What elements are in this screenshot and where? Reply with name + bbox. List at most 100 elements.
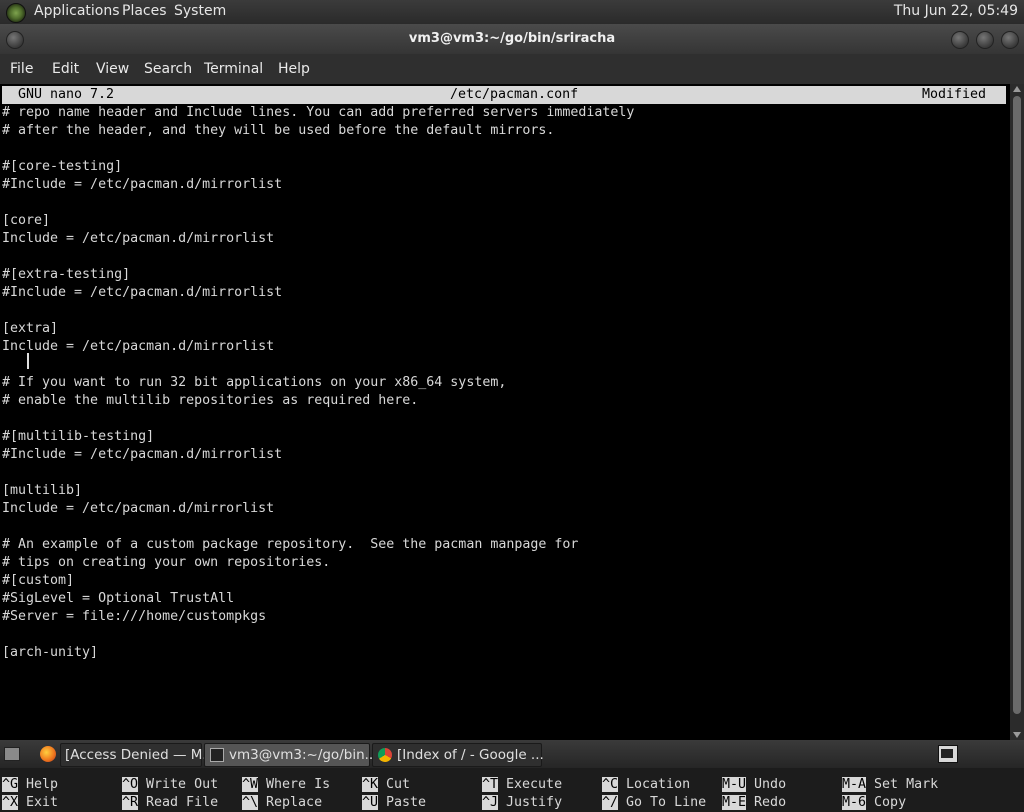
editor-line: #[extra-testing] [2, 267, 131, 282]
menu-search[interactable]: Search [144, 61, 192, 77]
task-terminal[interactable]: vm3@vm3:~/go/bin... [204, 743, 378, 767]
task-firefox[interactable]: [Access Denied — M... [60, 743, 215, 767]
minimize-button[interactable] [951, 31, 969, 49]
task-chrome[interactable]: [Index of / - Google ... [372, 743, 544, 767]
nano-version: GNU nano 7.2 [18, 87, 115, 102]
menu-terminal[interactable]: Terminal [204, 61, 263, 77]
terminal-icon [210, 748, 224, 762]
editor-line: [extra] [2, 321, 59, 336]
shortcut-label: Set Mark [874, 777, 939, 792]
shortcut-key: ^C [602, 777, 619, 792]
editor-text[interactable]: # repo name header and Include lines. Yo… [2, 104, 634, 662]
shortcut-item: ^C Location [602, 776, 690, 794]
maximize-button[interactable] [976, 31, 994, 49]
nano-filename: /etc/pacman.conf [450, 87, 579, 102]
editor-line: [arch-unity] [2, 645, 99, 660]
shortcut-key: ^J [482, 795, 499, 810]
editor-line: #SigLevel = Optional TrustAll [2, 591, 235, 606]
editor-line: #Include = /etc/pacman.d/mirrorlist [2, 285, 283, 300]
scroll-down-icon[interactable] [1013, 732, 1021, 738]
nano-header: GNU nano 7.2 /etc/pacman.conf Modified [2, 86, 1006, 104]
clock[interactable]: Thu Jun 22, 05:49 [894, 3, 1018, 19]
task-label: [Index of / - Google ... [397, 747, 544, 763]
shortcut-item: ^R Read File [122, 794, 218, 812]
close-button[interactable] [1001, 31, 1019, 49]
shortcut-label: Exit [26, 795, 59, 810]
shortcut-label: Cut [386, 777, 411, 792]
shortcut-item: ^\ Replace [242, 794, 322, 812]
shortcut-label: Help [26, 777, 59, 792]
shortcut-key: ^R [122, 795, 139, 810]
applications-menu[interactable]: Applications [34, 3, 120, 19]
shortcut-key: ^\ [242, 795, 259, 810]
editor-line: # after the header, and they will be use… [2, 123, 555, 138]
shortcut-item: ^O Write Out [122, 776, 218, 794]
terminal-menubar: File Edit View Search Terminal Help [0, 54, 1024, 84]
editor-line: #[multilib-testing] [2, 429, 155, 444]
shortcut-label: Where Is [266, 777, 331, 792]
terminal-area[interactable]: GNU nano 7.2 /etc/pacman.conf Modified #… [0, 84, 1010, 810]
menu-view[interactable]: View [96, 61, 129, 77]
scrollbar-thumb[interactable] [1013, 96, 1021, 714]
gnome-logo-icon[interactable] [6, 3, 26, 23]
window-titlebar[interactable]: vm3@vm3:~/go/bin/sriracha [0, 24, 1024, 54]
editor-line: # tips on creating your own repositories… [2, 555, 331, 570]
shortcut-label: Execute [506, 777, 563, 792]
places-menu[interactable]: Places [122, 3, 167, 19]
editor-line: Include = /etc/pacman.d/mirrorlist [2, 339, 275, 354]
scroll-up-icon[interactable] [1013, 86, 1021, 92]
shortcut-item: ^U Paste [362, 794, 426, 812]
system-menu[interactable]: System [174, 3, 226, 19]
shortcut-key: M-A [842, 777, 867, 792]
shortcut-label: Replace [266, 795, 323, 810]
shortcut-item: ^K Cut [362, 776, 410, 794]
shortcut-item: ^T Execute [482, 776, 562, 794]
chrome-icon [378, 748, 392, 762]
task-label: vm3@vm3:~/go/bin... [229, 747, 378, 763]
task-label: [Access Denied — M... [65, 747, 216, 763]
editor-line: #Server = file:///home/custompkgs [2, 609, 267, 624]
shortcut-label: Paste [386, 795, 427, 810]
menu-file[interactable]: File [10, 61, 33, 77]
firefox-launcher-icon[interactable] [40, 746, 56, 762]
shortcut-key: ^W [242, 777, 259, 792]
editor-line: # enable the multilib repositories as re… [2, 393, 419, 408]
editor-line: # If you want to run 32 bit applications… [2, 375, 507, 390]
shortcut-item: ^J Justify [482, 794, 562, 812]
editor-line: # repo name header and Include lines. Yo… [2, 105, 635, 120]
shortcut-item: M-A Set Mark [842, 776, 938, 794]
shortcut-key: M-E [722, 795, 747, 810]
shortcut-label: Redo [754, 795, 787, 810]
top-panel: Applications Places System Thu Jun 22, 0… [0, 0, 1024, 24]
nano-status: Modified [922, 87, 987, 102]
editor-line: #Include = /etc/pacman.d/mirrorlist [2, 447, 283, 462]
shortcut-item: M-6 Copy [842, 794, 906, 812]
shortcut-label: Location [626, 777, 691, 792]
menu-edit[interactable]: Edit [52, 61, 79, 77]
shortcut-key: ^X [2, 795, 19, 810]
editor-line: Include = /etc/pacman.d/mirrorlist [2, 231, 275, 246]
terminal-scrollbar[interactable] [1010, 84, 1024, 740]
editor-line: Include = /etc/pacman.d/mirrorlist [2, 501, 275, 516]
editor-line: [multilib] [2, 483, 83, 498]
editor-line: [core] [2, 213, 51, 228]
shortcut-key: ^/ [602, 795, 619, 810]
shortcut-label: Go To Line [626, 795, 707, 810]
shortcut-key: M-U [722, 777, 747, 792]
shortcut-key: M-6 [842, 795, 867, 810]
shortcut-label: Copy [874, 795, 907, 810]
editor-line: #[custom] [2, 573, 75, 588]
show-desktop-icon[interactable] [4, 747, 20, 761]
shortcut-key: ^T [482, 777, 499, 792]
menu-help[interactable]: Help [278, 61, 310, 77]
shortcut-key: ^U [362, 795, 379, 810]
editor-line: #Include = /etc/pacman.d/mirrorlist [2, 177, 283, 192]
shortcut-label: Undo [754, 777, 787, 792]
workspace-switcher-icon[interactable] [938, 745, 958, 763]
